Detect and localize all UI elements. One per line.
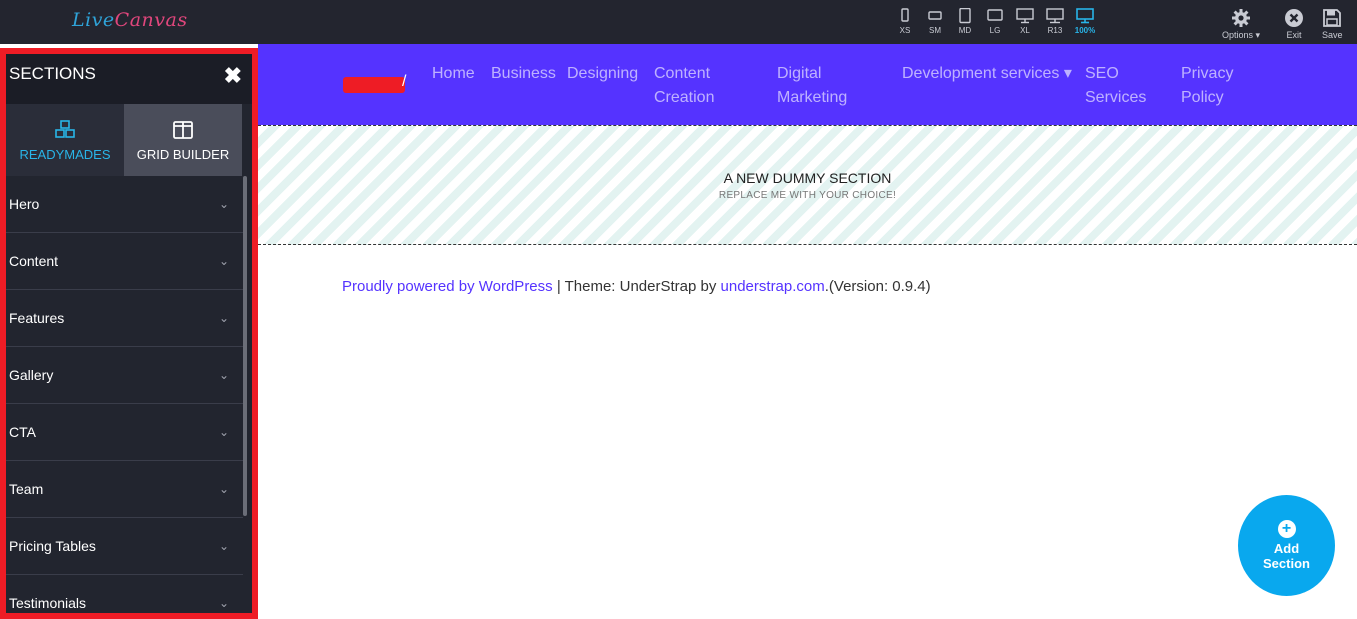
device-100-label: 100% (1074, 26, 1096, 35)
close-circle-icon (1285, 9, 1303, 27)
category-label: Team (9, 481, 44, 497)
device-xl-label: XL (1020, 26, 1030, 35)
device-xl-button[interactable]: XL (1010, 8, 1040, 40)
close-icon[interactable]: ✖ (224, 63, 242, 89)
device-100-button[interactable]: 100% (1070, 8, 1100, 40)
device-xs-label: XS (899, 26, 911, 35)
floppy-disk-icon (1323, 9, 1342, 27)
sidebar-scrollbar[interactable] (243, 176, 247, 516)
category-pricing-tables[interactable]: Pricing Tables ⌄ (6, 518, 243, 575)
sections-tabs: READYMADES GRID BUILDER (6, 104, 252, 176)
device-r13-label: R13 (1047, 26, 1063, 35)
save-label: Save (1322, 30, 1343, 40)
device-lg-button[interactable]: LG (980, 8, 1010, 40)
add-section-button[interactable]: + Add Section (1238, 495, 1335, 596)
nav-link-seo-services[interactable]: SEO Services (1085, 62, 1155, 110)
chevron-down-icon: ⌄ (218, 197, 229, 211)
save-button[interactable]: Save (1322, 8, 1343, 40)
laptop-icon (1046, 8, 1064, 24)
category-label: Pricing Tables (9, 538, 96, 554)
nav-link-digital-marketing[interactable]: Digital Marketing (777, 62, 867, 110)
device-md-label: MD (958, 26, 972, 35)
sections-panel: SECTIONS ✖ READYMADES GRID BUILDER Hero ⌄ (0, 48, 258, 619)
footer-version: .(Version: 0.9.4) (824, 278, 931, 295)
category-gallery[interactable]: Gallery ⌄ (6, 347, 243, 404)
gear-icon (1232, 9, 1251, 27)
top-toolbar: LiveCanvas XS SM MD LG XL R13 100% Optio… (0, 0, 1357, 44)
device-xs-button[interactable]: XS (890, 8, 920, 40)
add-section-label: Add Section (1263, 541, 1310, 571)
chevron-down-icon: ⌄ (218, 254, 229, 268)
chevron-down-icon: ⌄ (218, 311, 229, 325)
chevron-down-icon: ⌄ (218, 539, 229, 553)
tab-grid-builder-label: GRID BUILDER (136, 146, 230, 162)
category-label: CTA (9, 424, 36, 440)
section-category-list: Hero ⌄ Content ⌄ Features ⌄ Gallery ⌄ CTA ⌄ T… (6, 176, 252, 613)
columns-icon (173, 120, 193, 139)
tab-readymades[interactable]: READYMADES (6, 104, 124, 176)
device-sm-label: SM (929, 26, 941, 35)
site-footer: Proudly powered by WordPress | Theme: Un… (342, 278, 931, 295)
category-label: Features (9, 310, 65, 326)
nav-link-content-creation[interactable]: Content Creation (654, 62, 744, 110)
nav-link-designing[interactable]: Designing (567, 62, 638, 86)
category-label: Testimonials (9, 595, 87, 611)
chevron-down-icon: ⌄ (218, 425, 229, 439)
category-features[interactable]: Features ⌄ (6, 290, 243, 347)
exit-label: Exit (1286, 30, 1302, 40)
site-navbar: / Home Business Designing Content Creati… (258, 44, 1357, 125)
nav-link-business[interactable]: Business (491, 62, 556, 86)
category-content[interactable]: Content ⌄ (6, 233, 243, 290)
phone-landscape-icon (928, 11, 942, 20)
dummy-section[interactable]: A NEW DUMMY SECTION REPLACE ME WITH YOUR… (258, 125, 1357, 245)
device-switcher: XS SM MD LG XL R13 100% (890, 8, 1100, 40)
device-sm-button[interactable]: SM (920, 8, 950, 40)
nav-link-development-services[interactable]: Development services ▾ (902, 62, 1072, 86)
monitor-icon (1076, 8, 1094, 24)
category-hero[interactable]: Hero ⌄ (6, 176, 243, 233)
site-brand-suffix: / (402, 73, 407, 90)
nav-link-privacy-policy[interactable]: Privacy Policy (1181, 62, 1251, 110)
tablet-icon (959, 8, 971, 24)
category-testimonials[interactable]: Testimonials ⌄ (6, 575, 243, 613)
device-r13-button[interactable]: R13 (1040, 8, 1070, 40)
device-md-button[interactable]: MD (950, 8, 980, 40)
category-cta[interactable]: CTA ⌄ (6, 404, 243, 461)
dummy-section-title: A NEW DUMMY SECTION (723, 170, 892, 186)
category-label: Gallery (9, 367, 54, 383)
category-label: Hero (9, 196, 40, 212)
chevron-down-icon: ⌄ (218, 596, 229, 610)
device-lg-label: LG (989, 26, 1001, 35)
chevron-down-icon: ⌄ (218, 482, 229, 496)
category-label: Content (9, 253, 59, 269)
desktop-icon (1016, 8, 1034, 24)
site-brand-redacted[interactable] (343, 77, 405, 93)
footer-separator: | Theme: UnderStrap by (552, 278, 721, 295)
options-label: Options ▾ (1222, 30, 1261, 40)
wordpress-link[interactable]: Proudly powered by WordPress (342, 278, 553, 295)
tab-grid-builder[interactable]: GRID BUILDER (124, 104, 242, 176)
phone-icon (901, 8, 909, 22)
tablet-landscape-icon (987, 9, 1003, 21)
cubes-icon (55, 119, 75, 138)
sections-panel-header: SECTIONS ✖ (6, 54, 252, 104)
chevron-down-icon: ⌄ (218, 368, 229, 382)
nav-link-home[interactable]: Home (432, 62, 475, 86)
category-team[interactable]: Team ⌄ (6, 461, 243, 518)
app-logo: LiveCanvas (72, 9, 188, 31)
tab-readymades-label: READYMADES (19, 146, 111, 162)
plus-circle-icon: + (1277, 520, 1296, 538)
options-button[interactable]: Options ▾ (1222, 8, 1260, 41)
dummy-section-subtitle: REPLACE ME WITH YOUR CHOICE! (718, 190, 897, 201)
exit-button[interactable]: Exit (1284, 8, 1304, 40)
understrap-link[interactable]: understrap.com (721, 278, 825, 295)
sections-panel-title: SECTIONS (9, 64, 96, 83)
